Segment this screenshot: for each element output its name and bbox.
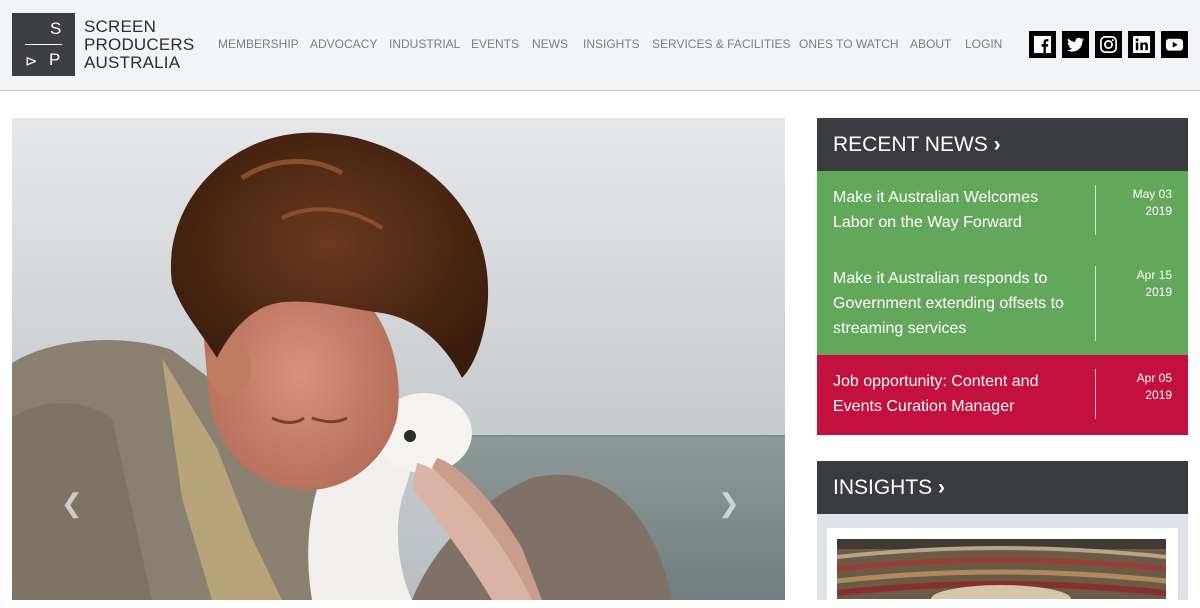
hero-image (12, 118, 785, 600)
news-item[interactable]: Make it Australian responds to Governmen… (817, 252, 1188, 355)
news-item-date-md: Apr 15 (1136, 268, 1172, 282)
news-item-date-year: 2019 (1145, 204, 1172, 218)
news-item-title: Make it Australian responds to Governmen… (833, 270, 1064, 337)
site-logo[interactable]: S ⊳ P SCREEN PRODUCERS AUSTRALIA (12, 13, 194, 77)
carousel-prev-arrow[interactable]: ❮ (61, 490, 83, 516)
nav-insights[interactable]: INSIGHTS (583, 37, 640, 51)
insights-card[interactable] (827, 528, 1178, 608)
nav-membership[interactable]: MEMBERSHIP (218, 37, 299, 51)
nav-advocacy[interactable]: ADVOCACY (310, 37, 377, 51)
carousel-next-arrow[interactable]: ❯ (718, 490, 740, 516)
twitter-icon[interactable] (1062, 31, 1089, 58)
chevron-right-icon: › (993, 133, 1001, 156)
news-item-date: Apr 05 2019 (1112, 370, 1172, 404)
insights-panel (817, 514, 1188, 608)
news-item[interactable]: Make it Australian Welcomes Labor on the… (817, 171, 1188, 252)
logo-divider (25, 44, 62, 45)
recent-news-heading[interactable]: RECENT NEWS › (817, 118, 1188, 171)
insights-heading-text: INSIGHTS › (833, 461, 945, 514)
news-item-date: Apr 15 2019 (1112, 267, 1172, 301)
nav-about[interactable]: ABOUT (910, 37, 951, 51)
news-item-date-year: 2019 (1145, 285, 1172, 299)
nav-industrial[interactable]: INDUSTRIAL (389, 37, 460, 51)
insights-heading[interactable]: INSIGHTS › (817, 461, 1188, 514)
logo-wordmark: SCREEN PRODUCERS AUSTRALIA (84, 18, 194, 72)
recent-news-label: RECENT NEWS (833, 133, 988, 156)
logo-line-1: SCREEN (84, 17, 157, 36)
news-item-divider (1095, 369, 1096, 419)
instagram-icon[interactable] (1095, 31, 1122, 58)
linkedin-icon[interactable] (1128, 31, 1155, 58)
nav-login[interactable]: LOGIN (965, 37, 1002, 51)
news-item-date-year: 2019 (1145, 388, 1172, 402)
logo-mark: S ⊳ P (12, 13, 75, 76)
nav-news[interactable]: NEWS (532, 37, 568, 51)
news-item-divider (1095, 266, 1096, 341)
logo-letter-s: S (50, 19, 62, 38)
hero-carousel[interactable]: ❮ ❯ (12, 118, 785, 600)
nav-events[interactable]: EVENTS (471, 37, 519, 51)
facebook-icon[interactable] (1029, 31, 1056, 58)
insights-label: INSIGHTS (833, 476, 933, 499)
logo-letter-p: P (49, 50, 61, 69)
news-item-date: May 03 2019 (1112, 186, 1172, 220)
insights-thumbnail (837, 539, 1166, 599)
news-item-title: Job opportunity: Content and Events Cura… (833, 373, 1039, 415)
logo-line-3: AUSTRALIA (84, 53, 181, 72)
site-header: S ⊳ P SCREEN PRODUCERS AUSTRALIA MEMBERS… (0, 0, 1200, 91)
logo-line-2: PRODUCERS (84, 35, 195, 54)
recent-news-heading-text: RECENT NEWS › (833, 118, 1001, 171)
news-item-date-md: Apr 05 (1136, 371, 1172, 385)
news-item-title: Make it Australian Welcomes Labor on the… (833, 189, 1039, 231)
chevron-right-icon: › (938, 476, 946, 499)
news-item-divider (1095, 185, 1096, 235)
nav-ones-to-watch[interactable]: ONES TO WATCH (799, 37, 899, 51)
youtube-icon[interactable] (1161, 31, 1188, 58)
news-item[interactable]: Job opportunity: Content and Events Cura… (817, 355, 1188, 435)
news-item-date-md: May 03 (1132, 187, 1172, 201)
logo-letter-a: ⊳ (25, 53, 38, 70)
nav-services-facilities[interactable]: SERVICES & FACILITIES (652, 37, 791, 51)
